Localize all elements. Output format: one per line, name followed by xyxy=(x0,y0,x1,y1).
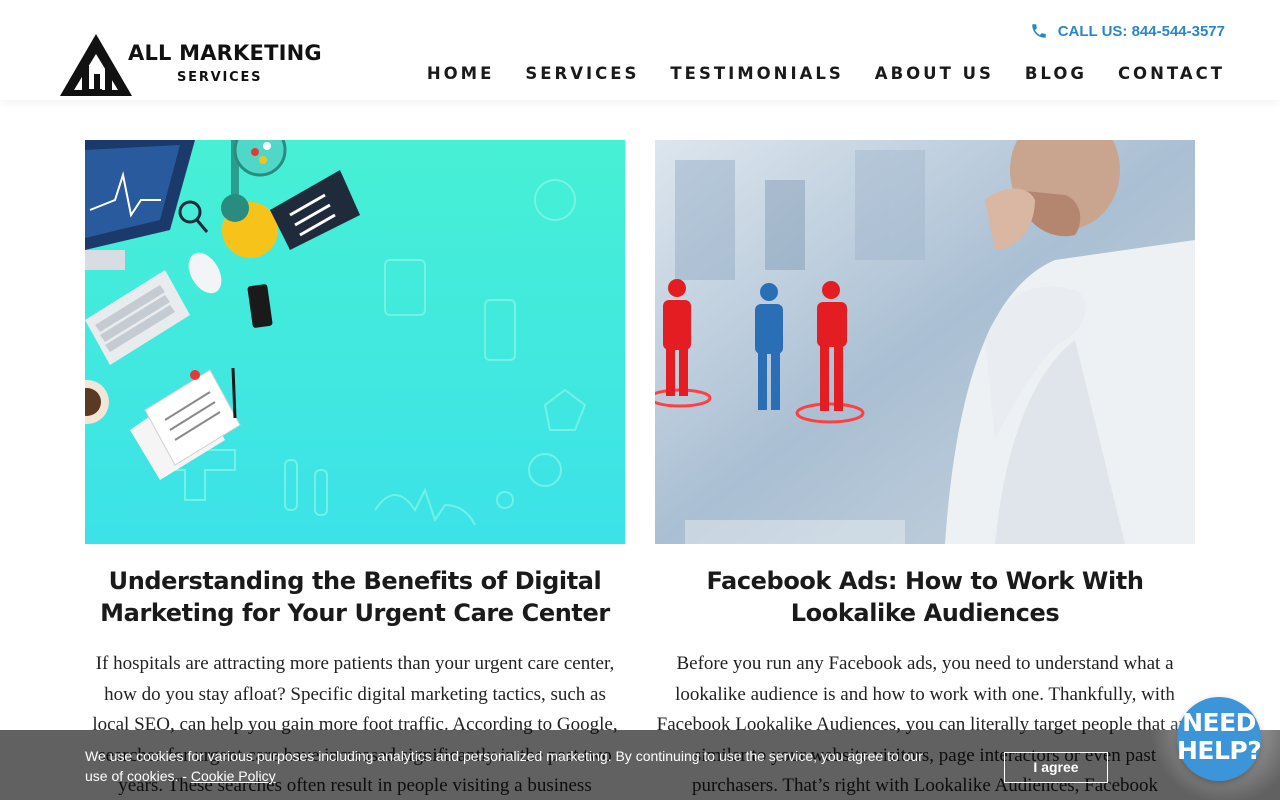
post-title[interactable]: Understanding the Benefits of Digital Ma… xyxy=(85,565,625,629)
nav-blog[interactable]: BLOG xyxy=(1025,64,1087,83)
need-help-button[interactable]: NEED HELP? xyxy=(1177,697,1262,781)
help-line2: HELP? xyxy=(1177,736,1262,765)
logo-text-line1: ALL MARKETING xyxy=(128,41,322,65)
help-line1: NEED xyxy=(1182,708,1256,737)
blog-post-card: Facebook Ads: How to Work With Lookalike… xyxy=(655,140,1195,802)
nav-contact[interactable]: CONTACT xyxy=(1118,64,1225,83)
post-image-lookalike-audiences[interactable] xyxy=(655,140,1195,544)
call-us-link[interactable]: CALL US: 844-544-3577 xyxy=(1030,21,1225,41)
cookie-policy-link[interactable]: Cookie Policy xyxy=(191,768,276,784)
nav-services[interactable]: SERVICES xyxy=(525,64,639,83)
call-us-label[interactable]: CALL US: 844-544-3577 xyxy=(1058,23,1225,40)
main-nav: HOME SERVICES TESTIMONIALS ABOUT US BLOG… xyxy=(427,64,1225,83)
post-title[interactable]: Facebook Ads: How to Work With Lookalike… xyxy=(655,565,1195,629)
nav-testimonials[interactable]: TESTIMONIALS xyxy=(670,64,843,83)
post-image-medical-desk[interactable] xyxy=(85,140,625,544)
nav-home[interactable]: HOME xyxy=(427,64,495,83)
site-header: ALL MARKETING SERVICES CALL US: 844-544-… xyxy=(0,0,1280,100)
nav-about-us[interactable]: ABOUT US xyxy=(875,64,994,83)
blog-post-card: Understanding the Benefits of Digital Ma… xyxy=(85,140,625,802)
logo-triangle-icon xyxy=(60,34,132,96)
agree-button[interactable]: I agree xyxy=(1004,752,1108,783)
cookie-message: We use cookies for various purposes incl… xyxy=(85,746,925,786)
site-logo[interactable]: ALL MARKETING SERVICES xyxy=(60,32,322,98)
logo-text-line2: SERVICES xyxy=(177,70,263,85)
cookie-consent-bar: We use cookies for various purposes incl… xyxy=(0,730,1280,800)
phone-icon xyxy=(1031,24,1046,38)
